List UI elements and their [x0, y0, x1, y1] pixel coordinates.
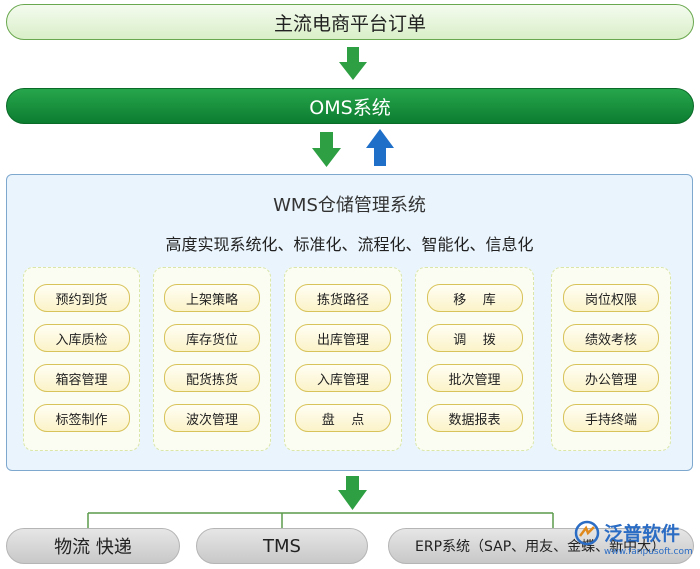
wms-title: WMS仓储管理系统 [273, 195, 426, 216]
oms-system-bar: OMS系统 [6, 88, 694, 124]
module-pill: 调 拨 [426, 324, 523, 352]
module-pill: 预约到货 [33, 284, 130, 312]
wms-group-transfer: 移 库 调 拨 批次管理 数据报表 [415, 267, 534, 451]
module-pill: 手持终端 [563, 404, 659, 432]
arrow-down-icon [338, 476, 367, 510]
arrow-down-icon [312, 132, 341, 167]
arrow-down-icon [339, 47, 367, 80]
module-pill: 移 库 [426, 284, 523, 312]
watermark-url: www.fanpusoft.com [604, 547, 693, 557]
tms-label: TMS [263, 535, 301, 557]
module-pill: 办公管理 [563, 364, 659, 392]
module-pill: 波次管理 [164, 404, 260, 432]
wms-group-storage: 上架策略 库存货位 配货拣货 波次管理 [153, 267, 271, 451]
bottom-connector-lines [87, 512, 554, 528]
module-pill: 入库质检 [33, 324, 130, 352]
arrow-up-icon [366, 129, 394, 166]
tms-pill: TMS [196, 528, 368, 564]
module-pill: 批次管理 [426, 364, 523, 392]
top-bar-ecommerce-orders: 主流电商平台订单 [6, 4, 694, 40]
wms-subtitle: 高度实现系统化、标准化、流程化、智能化、信息化 [165, 235, 534, 254]
wms-group-admin: 岗位权限 绩效考核 办公管理 手持终端 [551, 267, 671, 451]
module-pill: 上架策略 [164, 284, 260, 312]
fanpu-logo-icon [574, 520, 600, 545]
module-pill: 出库管理 [295, 324, 391, 352]
module-pill: 入库管理 [295, 364, 391, 392]
module-pill: 绩效考核 [563, 324, 659, 352]
module-pill: 配货拣货 [164, 364, 260, 392]
module-pill: 盘 点 [295, 404, 391, 432]
module-pill: 数据报表 [426, 404, 523, 432]
wms-panel: WMS仓储管理系统 高度实现系统化、标准化、流程化、智能化、信息化 预约到货 入… [6, 174, 693, 471]
top-bar-label: 主流电商平台订单 [273, 12, 426, 35]
module-pill: 箱容管理 [33, 364, 130, 392]
module-pill: 拣货路径 [295, 284, 391, 312]
module-pill: 库存货位 [164, 324, 260, 352]
logistics-express-pill: 物流 快递 [6, 528, 180, 564]
watermark-name: 泛普软件 [604, 523, 681, 545]
module-pill: 岗位权限 [563, 284, 659, 312]
wms-group-outbound: 拣货路径 出库管理 入库管理 盘 点 [284, 267, 402, 451]
module-pill: 标签制作 [33, 404, 130, 432]
logistics-label: 物流 快递 [54, 537, 132, 558]
watermark-logo: 泛普软件 [574, 519, 680, 546]
oms-bar-label: OMS系统 [309, 96, 391, 119]
wms-group-inbound: 预约到货 入库质检 箱容管理 标签制作 [23, 267, 140, 451]
